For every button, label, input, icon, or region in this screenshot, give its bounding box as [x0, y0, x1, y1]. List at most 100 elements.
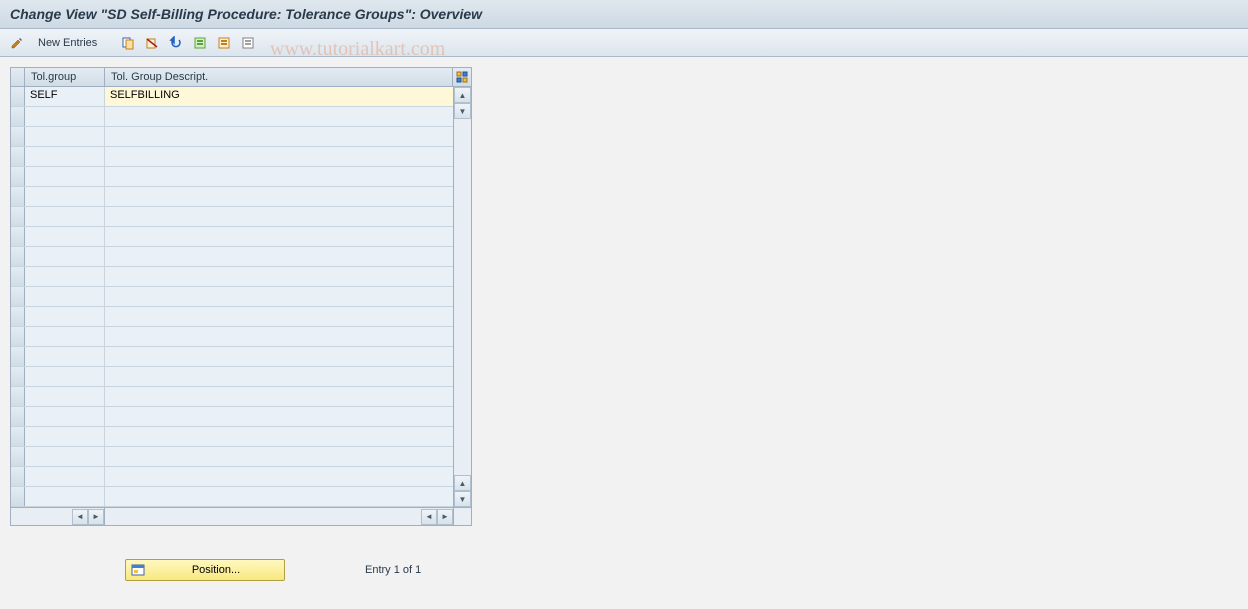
- cell-tol-group-descript[interactable]: [105, 147, 453, 166]
- cell-tol-group[interactable]: [25, 107, 105, 126]
- scroll-up-icon[interactable]: ▲: [454, 87, 471, 103]
- column-header-tol-group[interactable]: Tol.group: [25, 68, 105, 86]
- cell-tol-group[interactable]: [25, 167, 105, 186]
- row-selector[interactable]: [11, 87, 25, 106]
- row-selector[interactable]: [11, 327, 25, 346]
- cell-tol-group-descript[interactable]: [105, 327, 453, 346]
- row-selector[interactable]: [11, 127, 25, 146]
- tolerance-groups-table: Tol.group Tol. Group Descript. SELFSELFB…: [10, 67, 472, 526]
- delete-icon[interactable]: [143, 34, 161, 52]
- scroll-right-icon[interactable]: ►: [88, 509, 104, 525]
- table-row: [11, 167, 453, 187]
- scroll-down-icon[interactable]: ▼: [454, 103, 471, 119]
- cell-tol-group[interactable]: [25, 427, 105, 446]
- copy-as-icon[interactable]: [119, 34, 137, 52]
- scroll-down-bottom-icon[interactable]: ▼: [454, 491, 471, 507]
- cell-tol-group-descript[interactable]: [105, 167, 453, 186]
- row-selector[interactable]: [11, 427, 25, 446]
- cell-tol-group[interactable]: [25, 187, 105, 206]
- row-selector[interactable]: [11, 307, 25, 326]
- cell-tol-group[interactable]: [25, 487, 105, 506]
- row-selector[interactable]: [11, 387, 25, 406]
- row-selector[interactable]: [11, 447, 25, 466]
- row-selector[interactable]: [11, 207, 25, 226]
- deselect-all-icon[interactable]: [239, 34, 257, 52]
- cell-tol-group[interactable]: [25, 287, 105, 306]
- scroll-left-end-icon[interactable]: ◄: [421, 509, 437, 525]
- cell-tol-group-descript[interactable]: [105, 287, 453, 306]
- vertical-scrollbar[interactable]: ▲ ▼ ▲ ▼: [453, 87, 471, 507]
- undo-icon[interactable]: [167, 34, 185, 52]
- hscroll-track[interactable]: ◄ ►: [105, 508, 453, 525]
- cell-tol-group[interactable]: [25, 467, 105, 486]
- table-row: [11, 287, 453, 307]
- cell-tol-group-descript[interactable]: [105, 467, 453, 486]
- cell-tol-group[interactable]: [25, 327, 105, 346]
- cell-tol-group[interactable]: [25, 227, 105, 246]
- horizontal-scrollbar[interactable]: ◄ ► ◄ ►: [11, 507, 471, 525]
- scroll-up-bottom-icon[interactable]: ▲: [454, 475, 471, 491]
- cell-tol-group[interactable]: [25, 307, 105, 326]
- cell-tol-group-descript[interactable]: [105, 227, 453, 246]
- cell-tol-group[interactable]: [25, 267, 105, 286]
- table-row: [11, 487, 453, 507]
- row-selector[interactable]: [11, 107, 25, 126]
- scroll-left-icon[interactable]: ◄: [72, 509, 88, 525]
- row-selector[interactable]: [11, 187, 25, 206]
- cell-tol-group-descript[interactable]: [105, 187, 453, 206]
- row-selector[interactable]: [11, 147, 25, 166]
- scroll-right-end-icon[interactable]: ►: [437, 509, 453, 525]
- cell-tol-group-descript[interactable]: [105, 127, 453, 146]
- cell-tol-group-descript[interactable]: [105, 487, 453, 506]
- row-selector[interactable]: [11, 467, 25, 486]
- table-row: [11, 147, 453, 167]
- table-row: [11, 247, 453, 267]
- position-button[interactable]: Position...: [125, 559, 285, 581]
- toolbar: New Entries: [0, 29, 1248, 57]
- cell-tol-group-descript[interactable]: [105, 107, 453, 126]
- cell-tol-group-descript[interactable]: [105, 207, 453, 226]
- table-row: [11, 367, 453, 387]
- table-config-icon[interactable]: [453, 68, 471, 86]
- scroll-track[interactable]: [454, 119, 471, 475]
- cell-tol-group[interactable]: [25, 247, 105, 266]
- row-selector[interactable]: [11, 407, 25, 426]
- select-all-icon[interactable]: [191, 34, 209, 52]
- cell-tol-group[interactable]: [25, 387, 105, 406]
- cell-tol-group-descript[interactable]: [105, 347, 453, 366]
- row-selector[interactable]: [11, 267, 25, 286]
- new-entries-button[interactable]: New Entries: [32, 35, 103, 51]
- cell-tol-group[interactable]: [25, 347, 105, 366]
- row-selector[interactable]: [11, 347, 25, 366]
- row-selector[interactable]: [11, 247, 25, 266]
- cell-tol-group[interactable]: [25, 207, 105, 226]
- column-header-tol-group-descript[interactable]: Tol. Group Descript.: [105, 68, 453, 86]
- table-header-row: Tol.group Tol. Group Descript.: [11, 68, 471, 87]
- cell-tol-group-descript[interactable]: [105, 247, 453, 266]
- change-icon[interactable]: [8, 34, 26, 52]
- cell-tol-group[interactable]: [25, 407, 105, 426]
- row-selector[interactable]: [11, 287, 25, 306]
- row-selector[interactable]: [11, 227, 25, 246]
- cell-tol-group-descript[interactable]: SELFBILLING: [105, 87, 453, 106]
- hscroll-left-group: ◄ ►: [11, 508, 105, 525]
- row-selector[interactable]: [11, 487, 25, 506]
- cell-tol-group-descript[interactable]: [105, 427, 453, 446]
- cell-tol-group-descript[interactable]: [105, 407, 453, 426]
- cell-tol-group-descript[interactable]: [105, 367, 453, 386]
- select-block-icon[interactable]: [215, 34, 233, 52]
- row-selector[interactable]: [11, 167, 25, 186]
- cell-tol-group[interactable]: [25, 147, 105, 166]
- cell-tol-group-descript[interactable]: [105, 267, 453, 286]
- row-selector[interactable]: [11, 367, 25, 386]
- table-row: [11, 267, 453, 287]
- cell-tol-group[interactable]: [25, 367, 105, 386]
- entry-count-text: Entry 1 of 1: [365, 564, 421, 576]
- cell-tol-group-descript[interactable]: [105, 307, 453, 326]
- cell-tol-group-descript[interactable]: [105, 447, 453, 466]
- cell-tol-group[interactable]: [25, 127, 105, 146]
- cell-tol-group[interactable]: [25, 447, 105, 466]
- cell-tol-group[interactable]: SELF: [25, 87, 105, 106]
- row-selector-header[interactable]: [11, 68, 25, 86]
- cell-tol-group-descript[interactable]: [105, 387, 453, 406]
